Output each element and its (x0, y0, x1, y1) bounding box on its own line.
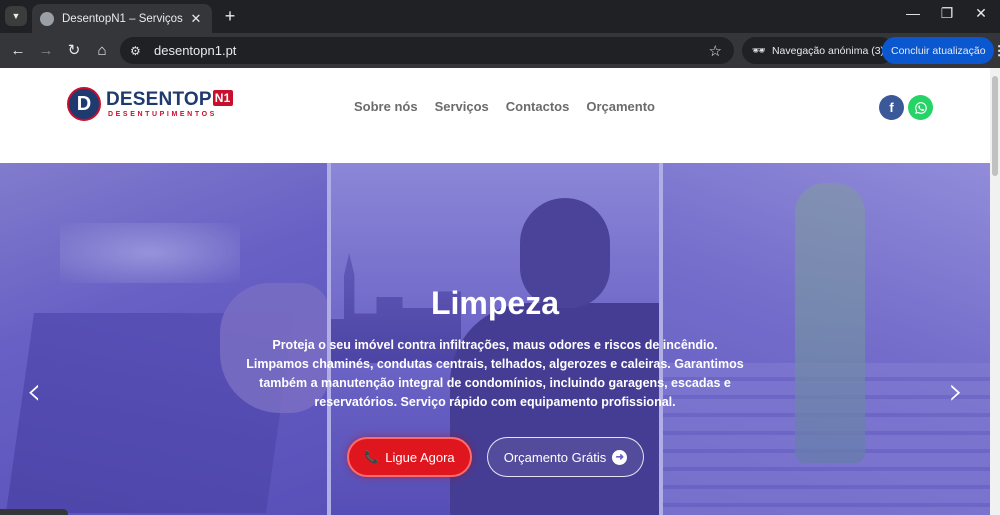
whatsapp-glyph (914, 101, 927, 114)
nav-link-sobre-nos[interactable]: Sobre nós (354, 99, 418, 114)
browser-tab[interactable]: DesentopN1 – Serviços de Dese ✕ (32, 4, 212, 33)
nav-link-servicos[interactable]: Serviços (435, 99, 489, 114)
tab-close-icon[interactable]: ✕ (188, 11, 204, 27)
arrow-right-circle-icon: ➜ (612, 449, 628, 465)
main-nav: Sobre nós Serviços Contactos Orçamento (354, 99, 672, 114)
slider-next-arrow-icon[interactable]: › (944, 371, 968, 411)
reload-icon[interactable]: ↻ (64, 41, 84, 61)
hero-description: Proteja o seu imóvel contra infiltrações… (246, 338, 744, 409)
nav-link-orcamento[interactable]: Orçamento (586, 99, 655, 114)
call-now-button[interactable]: 📞 Ligue Agora (347, 437, 472, 477)
slider-prev-arrow-icon[interactable]: ‹ (22, 371, 46, 411)
tab-search-button[interactable]: ▼ (5, 6, 27, 26)
update-label: Concluir atualização (891, 44, 986, 57)
forward-icon[interactable]: → (36, 41, 56, 61)
facebook-icon[interactable]: f (879, 95, 904, 120)
chevron-down-icon: ▼ (11, 11, 21, 21)
logo-name-text: DESENTOP (106, 89, 212, 110)
globe-icon (40, 11, 54, 26)
nav-link-contactos[interactable]: Contactos (506, 99, 570, 114)
incognito-label: Navegação anónima (3) (771, 44, 885, 57)
logo-mark: D (67, 87, 101, 121)
tab-strip: ▼ DesentopN1 – Serviços de Dese ✕ + — ❐ … (0, 0, 1000, 33)
free-quote-label: Orçamento Grátis (503, 449, 607, 465)
hero-title: Limpeza (430, 285, 560, 321)
site-settings-icon[interactable]: ⚙ (130, 44, 144, 58)
close-window-icon[interactable]: ✕ (971, 5, 991, 22)
scrollbar-thumb[interactable] (992, 76, 998, 176)
status-bubble (0, 509, 68, 515)
menu-dots-icon[interactable]: ⋮ (993, 43, 1000, 59)
site-logo[interactable]: D DESENTOP N1 DESENTUPIMENTOS (67, 87, 233, 123)
browser-toolbar: ← → ↻ ⌂ ⚙ desentopn1.pt ☆ 🕶 Navegação an… (0, 33, 1000, 68)
incognito-indicator[interactable]: 🕶 Navegação anónima (3) (742, 37, 895, 64)
whatsapp-icon[interactable] (908, 95, 933, 120)
back-icon[interactable]: ← (8, 41, 28, 61)
site-header: D DESENTOP N1 DESENTUPIMENTOS Sobre nós S… (0, 68, 990, 163)
tab-title: DesentopN1 – Serviços de Dese (62, 12, 184, 25)
logo-name: DESENTOP N1 (106, 89, 233, 111)
restore-icon[interactable]: ❐ (937, 5, 957, 22)
url-text[interactable]: desentopn1.pt (154, 43, 709, 58)
hero-slider: Limpeza Proteja o seu imóvel contra infi… (0, 163, 990, 515)
logo-subtitle: DESENTUPIMENTOS (108, 111, 217, 118)
address-bar[interactable]: ⚙ desentopn1.pt ☆ (120, 37, 734, 64)
logo-badge: N1 (212, 90, 233, 106)
phone-icon: 📞 (364, 450, 380, 464)
minimize-icon[interactable]: — (903, 5, 923, 21)
page-viewport: D DESENTOP N1 DESENTUPIMENTOS Sobre nós S… (0, 68, 990, 515)
new-tab-button[interactable]: + (220, 6, 240, 27)
home-icon[interactable]: ⌂ (92, 41, 112, 61)
star-icon[interactable]: ☆ (709, 42, 722, 60)
free-quote-button[interactable]: Orçamento Grátis ➜ (487, 437, 644, 477)
page-scrollbar[interactable] (990, 68, 1000, 515)
call-now-label: Ligue Agora (385, 449, 455, 465)
update-button[interactable]: Concluir atualização ⋮ (882, 37, 1000, 64)
incognito-icon: 🕶 (752, 45, 766, 57)
